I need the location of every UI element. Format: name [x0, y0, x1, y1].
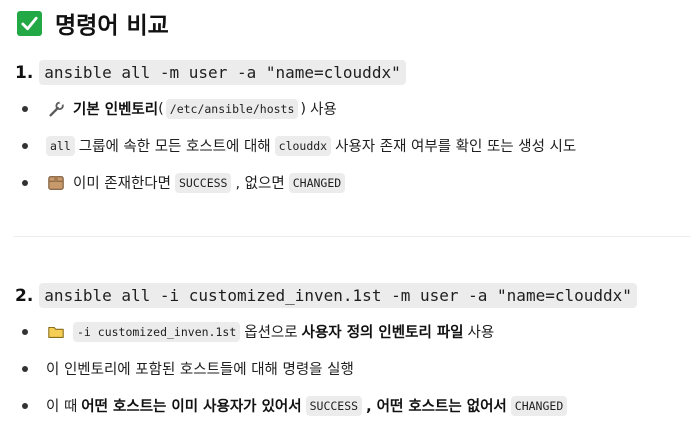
inline-code: CHANGED [510, 395, 568, 416]
list-item: -i customized_inven.1st 옵션으로 사용자 정의 인벤토리… [22, 321, 494, 342]
command-code: ansible all -i customized_inven.1st -m u… [39, 283, 637, 308]
inline-code: /etc/ansible/hosts [165, 98, 299, 119]
bullet-dot [22, 365, 28, 372]
bold-text: , 어떤 호스트는 없어서 [366, 399, 507, 415]
list-item: 이미 존재한다면 SUCCESS , 없으면 CHANGED [22, 172, 349, 193]
bold-text: 어떤 호스트는 이미 사용자가 있어서 [81, 399, 302, 415]
folder-icon [46, 322, 66, 342]
bullet-dot [22, 105, 28, 112]
paren-close: ) [300, 100, 307, 117]
inline-code: SUCCESS [305, 395, 363, 416]
title-text: 명령어 비교 [55, 13, 169, 39]
list-item: 이 때 어떤 호스트는 이미 사용자가 있어서 SUCCESS , 어떤 호스트… [22, 395, 571, 416]
text: 이 때 [46, 399, 78, 415]
item-number: 1. [15, 62, 34, 83]
bullet-dot [22, 179, 28, 186]
bold-text: 기본 인벤토리 [73, 102, 159, 118]
inline-code: all [46, 135, 75, 156]
text: 사용 [310, 102, 337, 118]
bullet-dot [22, 142, 28, 149]
inline-code: SUCCESS [175, 172, 232, 193]
text: 그룹에 속한 모든 호스트에 대해 [78, 139, 271, 155]
text: 이미 존재한다면 [73, 176, 171, 192]
wrench-icon [46, 99, 66, 119]
bullet-dot [22, 402, 28, 409]
list-item: all 그룹에 속한 모든 호스트에 대해 clouddx 사용자 존재 여부를… [22, 135, 576, 156]
list-item: 이 인벤토리에 포함된 호스트들에 대해 명령을 실행 [22, 358, 354, 379]
bold-text: 사용자 정의 인벤토리 파일 [301, 325, 464, 341]
inline-code: -i customized_inven.1st [73, 321, 241, 342]
text: 이 인벤토리에 포함된 호스트들에 대해 명령을 실행 [46, 362, 354, 378]
list-item: 기본 인벤토리 ( /etc/ansible/hosts ) 사용 [22, 98, 337, 119]
text: 사용자 존재 여부를 확인 또는 생성 시도 [335, 139, 577, 155]
inline-code: CHANGED [288, 172, 346, 193]
paren-open: ( [158, 100, 164, 117]
item-1-heading: 1. ansible all -m user -a "name=clouddx" [15, 60, 406, 85]
package-icon [46, 173, 66, 193]
bullet-dot [22, 328, 28, 335]
text: , 없으면 [235, 176, 285, 192]
text: 옵션으로 [244, 325, 298, 341]
divider [14, 236, 690, 237]
page-title: 명령어 비교 [17, 6, 169, 40]
inline-code: clouddx [274, 135, 332, 156]
command-code: ansible all -m user -a "name=clouddx" [39, 60, 406, 85]
check-mark-icon [17, 10, 42, 36]
item-number: 2. [15, 285, 34, 306]
item-2-heading: 2. ansible all -i customized_inven.1st -… [15, 283, 637, 308]
text: 사용 [467, 325, 495, 341]
